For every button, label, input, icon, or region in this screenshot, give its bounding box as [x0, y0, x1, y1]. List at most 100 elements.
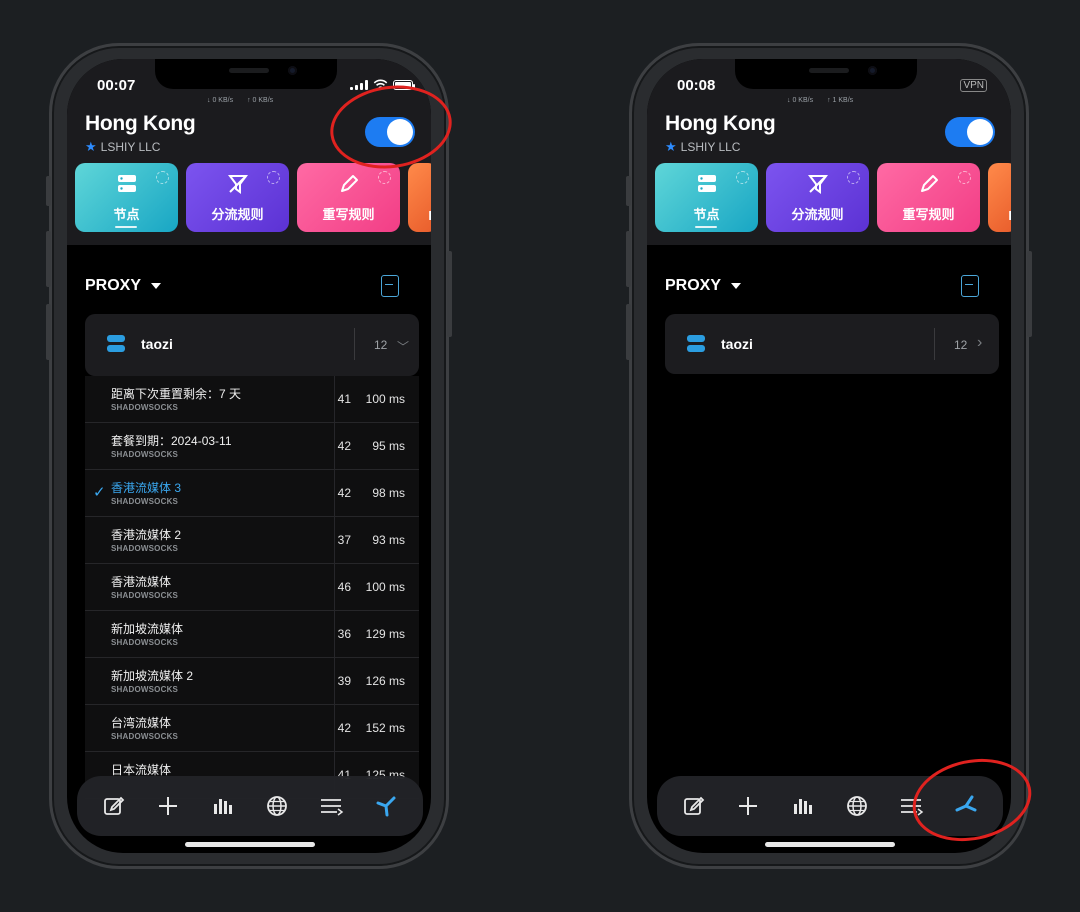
mute-switch [626, 176, 631, 206]
tab-bar [77, 776, 423, 836]
notch [155, 59, 337, 89]
server-icon [698, 175, 716, 192]
tile-more[interactable]: I [988, 163, 1011, 232]
proxy-name: 香港流媒体 2 [111, 528, 182, 542]
chevron-down-icon[interactable]: ﹀ [397, 338, 409, 355]
vpn-badge: VPN [960, 79, 987, 92]
screen: 00:07 ↓ 0 KB/s ↑ 0 KB/s Hong Kong ★ LSHI… [67, 59, 431, 853]
star-icon: ★ [85, 139, 97, 154]
proxy-type: SHADOWSOCKS [111, 403, 179, 412]
group-count: 12 [954, 338, 968, 352]
proxy-section-label[interactable]: PROXY [665, 277, 742, 295]
test-latency-icon[interactable] [381, 275, 399, 297]
feature-tiles: 节点 分流规则 重写规则 I [655, 163, 1011, 232]
server-icon [118, 175, 136, 192]
settings-dot-icon [156, 171, 169, 184]
server-icon [687, 335, 705, 353]
proxy-group[interactable]: taozi 12 › [665, 314, 999, 374]
tile-nodes[interactable]: 节点 [75, 163, 178, 232]
plus-icon[interactable] [154, 792, 182, 820]
proxy-latency: 95 ms [372, 439, 405, 453]
proxy-number: 42 [337, 439, 351, 453]
proxy-row[interactable]: 距离下次重置剩余：7 天 SHADOWSOCKS 41 100 ms [85, 376, 419, 423]
divider [354, 328, 355, 360]
volume-up-button [626, 231, 631, 287]
tile-rules[interactable]: 分流规则 [766, 163, 869, 232]
settings-dot-icon [847, 171, 860, 184]
proxy-group[interactable]: taozi 12 ﹀ [85, 314, 419, 376]
tile-label: 节点 [693, 207, 720, 222]
vpn-toggle[interactable] [945, 117, 995, 147]
group-header[interactable]: taozi 12 › [665, 314, 999, 376]
caret-down-icon [731, 283, 742, 289]
tile-rewrite[interactable]: 重写规则 [297, 163, 400, 232]
edit-icon[interactable] [100, 792, 128, 820]
plus-icon[interactable] [734, 792, 762, 820]
divider [334, 658, 335, 704]
settings-dot-icon [736, 171, 749, 184]
star-icon: ★ [665, 139, 677, 154]
chevron-right-icon[interactable]: › [977, 334, 982, 352]
server-icon [107, 335, 125, 353]
upload-speed: ↑ 1 KB/s [827, 97, 854, 104]
divider [334, 423, 335, 469]
group-header[interactable]: taozi 12 ﹀ [85, 314, 419, 376]
proxy-latency: 100 ms [365, 392, 405, 406]
phone-right: 00:08 ↓ 0 KB/s ↑ 1 KB/s VPN Hong Kong ★ … [626, 43, 1032, 869]
proxy-row[interactable]: ✓ 香港流媒体 3 SHADOWSOCKS 42 98 ms [85, 470, 419, 517]
tile-nodes[interactable]: 节点 [655, 163, 758, 232]
globe-icon[interactable] [263, 792, 291, 820]
proxy-latency: 126 ms [365, 674, 405, 688]
divider [334, 705, 335, 751]
globe-icon[interactable] [843, 792, 871, 820]
group-name: taozi [141, 336, 173, 352]
tile-label: 分流规则 [791, 207, 844, 222]
proxy-name: 套餐到期：2024-03-11 [111, 434, 232, 448]
proxy-row[interactable]: 套餐到期：2024-03-11 SHADOWSOCKS 42 95 ms [85, 423, 419, 470]
stats-icon[interactable] [209, 792, 237, 820]
selected-indicator [695, 226, 717, 228]
proxy-row[interactable]: 台湾流媒体 SHADOWSOCKS 42 152 ms [85, 705, 419, 752]
traffic-speeds: ↓ 0 KB/s ↑ 0 KB/s [207, 97, 273, 104]
proxy-row[interactable]: 香港流媒体 2 SHADOWSOCKS 37 93 ms [85, 517, 419, 564]
page-title: Hong Kong [85, 112, 196, 135]
proxy-number: 42 [337, 721, 351, 735]
proxy-number: 46 [337, 580, 351, 594]
tile-label: 重写规则 [902, 207, 955, 222]
volume-down-button [626, 304, 631, 360]
provider-subtitle: ★ LSHIY LLC [85, 139, 160, 155]
provider-name: LSHIY LLC [680, 140, 741, 154]
list-icon[interactable] [317, 792, 345, 820]
proxy-type: SHADOWSOCKS [111, 591, 179, 600]
checkmark-icon: ✓ [93, 484, 106, 501]
proxy-row[interactable]: 香港流媒体 SHADOWSOCKS 46 100 ms [85, 564, 419, 611]
tile-rewrite[interactable]: 重写规则 [877, 163, 980, 232]
volume-down-button [46, 304, 51, 360]
proxy-row[interactable]: 新加坡流媒体 2 SHADOWSOCKS 39 126 ms [85, 658, 419, 705]
tile-rules[interactable]: 分流规则 [186, 163, 289, 232]
proxy-number: 41 [337, 392, 351, 406]
settings-dot-icon [267, 171, 280, 184]
fan-icon[interactable] [372, 792, 400, 820]
divider [334, 376, 335, 422]
pencil-icon [921, 175, 938, 192]
upload-speed: ↑ 0 KB/s [247, 97, 274, 104]
rules-icon [808, 175, 828, 194]
settings-dot-icon [958, 171, 971, 184]
pencil-icon [341, 175, 358, 192]
proxy-row[interactable]: 新加坡流媒体 SHADOWSOCKS 36 129 ms [85, 611, 419, 658]
screen: 00:08 ↓ 0 KB/s ↑ 1 KB/s VPN Hong Kong ★ … [647, 59, 1011, 853]
selected-indicator [115, 226, 137, 228]
proxy-label: PROXY [665, 277, 722, 294]
stats-icon[interactable] [789, 792, 817, 820]
provider-subtitle: ★ LSHIY LLC [665, 139, 740, 155]
test-latency-icon[interactable] [961, 275, 979, 297]
power-button [447, 251, 452, 337]
proxy-number: 36 [337, 627, 351, 641]
proxy-name: 新加坡流媒体 2 [111, 669, 194, 683]
download-speed: ↓ 0 KB/s [207, 97, 234, 104]
proxy-section-label[interactable]: PROXY [85, 277, 162, 295]
tile-more[interactable]: I [408, 163, 431, 232]
edit-icon[interactable] [680, 792, 708, 820]
tile-label: I [1008, 208, 1011, 223]
